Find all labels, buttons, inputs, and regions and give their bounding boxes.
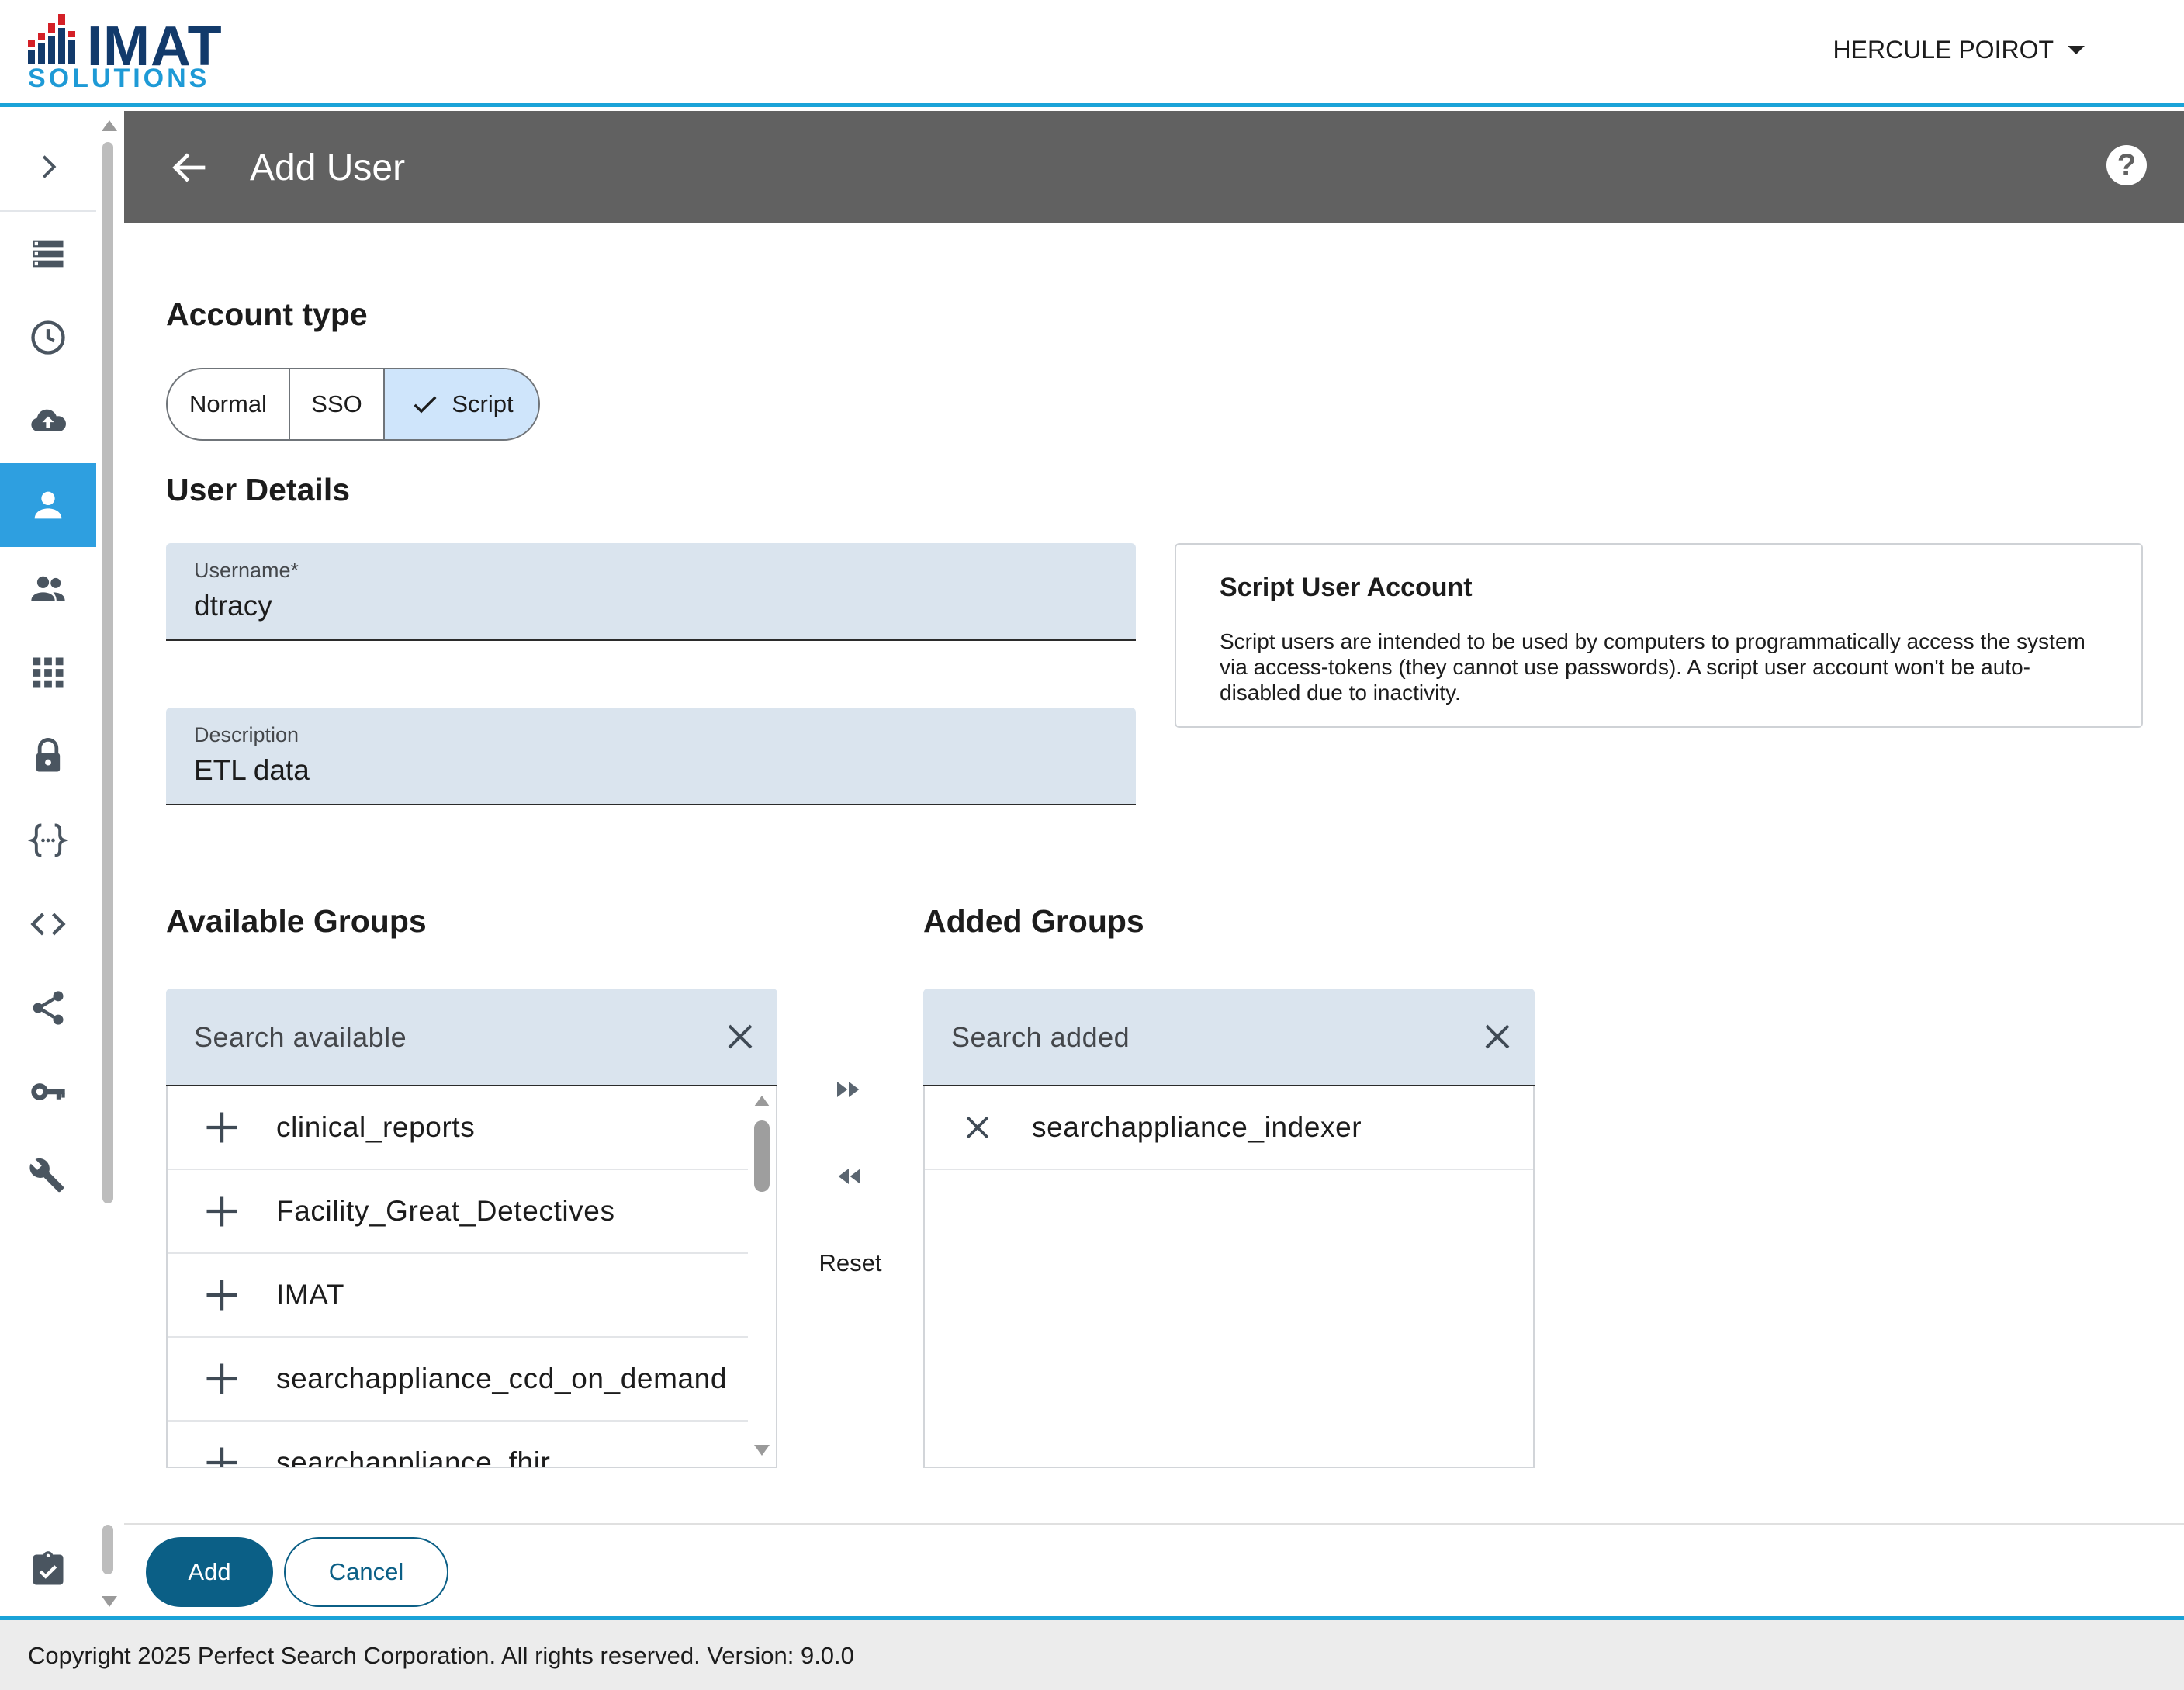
plus-icon[interactable] [202, 1275, 242, 1315]
plus-icon[interactable] [202, 1359, 242, 1399]
cancel-button[interactable]: Cancel [284, 1537, 448, 1607]
check-icon [414, 396, 437, 414]
add-all-button[interactable] [822, 1068, 875, 1111]
imat-solutions-logo[interactable]: IMAT SOLUTIONS [26, 12, 244, 93]
page-title: Add User [250, 147, 406, 189]
people-icon [31, 576, 65, 601]
available-search-placeholder: Search available [194, 1021, 407, 1053]
close-icon[interactable] [722, 1018, 759, 1055]
nav-item-upload[interactable] [0, 379, 96, 463]
account-type-script[interactable]: Script [385, 369, 538, 439]
available-groups-heading: Available Groups [166, 903, 427, 939]
user-name: HERCULE POIROT [1833, 35, 2054, 64]
back-arrow-icon[interactable] [168, 145, 213, 190]
user-details-heading: User Details [166, 472, 351, 507]
account-type-toggle: Normal SSO Script [166, 368, 540, 441]
added-search-placeholder: Search added [951, 1021, 1130, 1053]
scroll-up-arrow-icon[interactable] [754, 1096, 770, 1106]
available-groups-list: clinical_reports Facility_Great_Detectiv… [166, 1086, 777, 1468]
info-card-title: Script User Account [1220, 573, 1473, 602]
scroll-down-arrow-icon[interactable] [102, 1596, 117, 1607]
nav-item-security[interactable] [0, 715, 96, 798]
user-menu[interactable]: HERCULE POIROT [1833, 34, 2085, 65]
nav-item-history[interactable] [0, 296, 96, 379]
nav-item-code[interactable] [0, 882, 96, 966]
nav-item-list[interactable] [0, 212, 96, 296]
nav-item-tools[interactable] [0, 1134, 96, 1217]
available-group-row[interactable]: searchappliance_fhir [168, 1422, 751, 1468]
remove-all-button[interactable] [822, 1155, 875, 1198]
code-icon [30, 913, 66, 936]
help-icon[interactable]: ? [2106, 145, 2147, 185]
added-search-input[interactable]: Search added [923, 989, 1535, 1086]
rewind-icon [838, 1169, 860, 1184]
account-type-heading: Account type [166, 296, 368, 332]
available-group-row[interactable]: searchappliance_ccd_on_demand [168, 1338, 751, 1422]
nav-expand-button[interactable] [0, 125, 96, 209]
username-field[interactable]: Username* dtracy [166, 543, 1136, 641]
added-group-row[interactable]: searchappliance_indexer [925, 1086, 1533, 1170]
logo-bars-icon [28, 14, 75, 64]
page-header: Add User ? [124, 111, 2184, 223]
close-icon[interactable] [1479, 1018, 1516, 1055]
username-label: Username* [194, 559, 299, 582]
description-label: Description [194, 723, 299, 746]
available-list-scrollbar[interactable] [748, 1086, 776, 1467]
grid-icon [33, 657, 64, 688]
nav-item-keys[interactable] [0, 1050, 96, 1134]
scroll-thumb[interactable] [102, 142, 113, 1203]
nav-item-groups[interactable] [0, 547, 96, 631]
info-card-text: Script users are intended to be used by … [1220, 629, 2085, 705]
username-value[interactable]: dtracy [194, 590, 272, 622]
nav-item-apps[interactable] [0, 631, 96, 715]
nav-item-users[interactable] [0, 463, 96, 547]
add-button[interactable]: Add [146, 1537, 273, 1607]
description-field[interactable]: Description ETL data [166, 708, 1136, 805]
nav-item-share[interactable] [0, 966, 96, 1050]
plus-icon[interactable] [202, 1107, 242, 1148]
scroll-thumb-lower[interactable] [102, 1525, 113, 1574]
plus-icon[interactable] [202, 1191, 242, 1231]
cloud-upload-icon [31, 409, 66, 431]
chevron-right-icon [42, 155, 57, 178]
clipboard-check-icon [33, 1551, 64, 1585]
footer: Copyright 2025 Perfect Search Corporatio… [0, 1616, 2184, 1690]
list-icon [33, 240, 64, 268]
nav-item-json[interactable] [0, 798, 96, 882]
clock-icon [31, 320, 65, 355]
side-nav-scrollbar[interactable] [99, 111, 119, 1616]
available-group-row[interactable]: IMAT [168, 1254, 751, 1338]
scroll-thumb[interactable] [754, 1120, 770, 1192]
available-search-input[interactable]: Search available [166, 989, 777, 1086]
script-user-info-card: Script User Account Script users are int… [1175, 543, 2143, 728]
copyright-text: Copyright 2025 Perfect Search Corporatio… [28, 1642, 854, 1669]
close-icon[interactable] [960, 1110, 995, 1145]
available-group-row[interactable]: Facility_Great_Detectives [168, 1170, 751, 1254]
available-group-row[interactable]: clinical_reports [168, 1086, 751, 1170]
description-value[interactable]: ETL data [194, 754, 310, 787]
braces-icon [28, 823, 68, 857]
reset-button[interactable]: Reset [804, 1246, 897, 1280]
account-type-normal[interactable]: Normal [168, 369, 290, 439]
account-type-sso[interactable]: SSO [290, 369, 385, 439]
nav-item-tasks[interactable] [0, 1528, 96, 1612]
lock-icon [36, 738, 61, 772]
caret-down-icon [2068, 45, 2085, 54]
added-groups-heading: Added Groups [923, 903, 1144, 939]
person-icon [34, 491, 62, 519]
top-bar: IMAT SOLUTIONS HERCULE POIROT [0, 0, 2184, 107]
logo-tagline: SOLUTIONS [28, 64, 210, 93]
wrench-icon [29, 1158, 64, 1193]
plus-icon[interactable] [202, 1442, 242, 1468]
share-icon [33, 991, 64, 1025]
key-icon [31, 1083, 65, 1100]
scroll-up-arrow-icon[interactable] [102, 120, 117, 131]
added-groups-list: searchappliance_indexer [923, 1086, 1535, 1468]
form-actions: Add Cancel [124, 1523, 2184, 1616]
side-nav [0, 111, 96, 1616]
scroll-down-arrow-icon[interactable] [754, 1445, 770, 1456]
fast-forward-icon [837, 1082, 860, 1097]
